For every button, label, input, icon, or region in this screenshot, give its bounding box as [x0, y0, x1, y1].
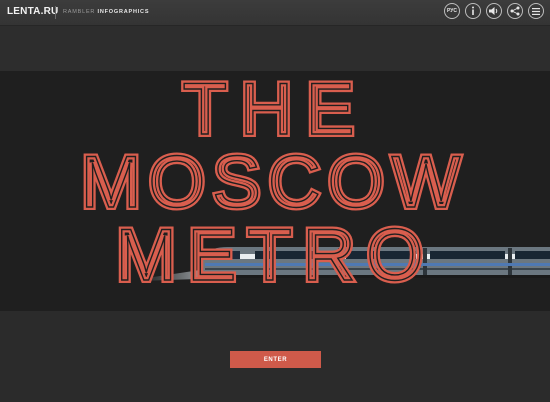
header-icons: РУС — [444, 3, 544, 19]
top-band — [0, 26, 550, 71]
hero-title-graphic: THE THE MOSCOW MOSCOW METRO METRO — [78, 71, 550, 299]
enter-button[interactable]: ENTER — [230, 351, 321, 368]
menu-icon[interactable] — [528, 3, 544, 19]
share-icon[interactable] — [507, 3, 523, 19]
header-divider — [55, 6, 56, 19]
title-line-the-inner: THE — [183, 71, 368, 150]
title-line-metro-inner: METRO — [116, 215, 435, 296]
language-button[interactable]: РУС — [444, 3, 460, 19]
title-line-moscow-inner: MOSCOW — [81, 142, 468, 223]
top-bar: LENTA.RU RAMBLER INFOGRAPHICS РУС — [0, 0, 550, 26]
lenta-logo[interactable]: LENTA.RU — [7, 6, 58, 17]
rambler-infographics-label: RAMBLER INFOGRAPHICS — [63, 9, 149, 15]
brand-prefix: RAMBLER — [63, 9, 96, 15]
info-icon[interactable] — [465, 3, 481, 19]
sound-icon[interactable] — [486, 3, 502, 19]
brand-strong: INFOGRAPHICS — [97, 9, 150, 15]
